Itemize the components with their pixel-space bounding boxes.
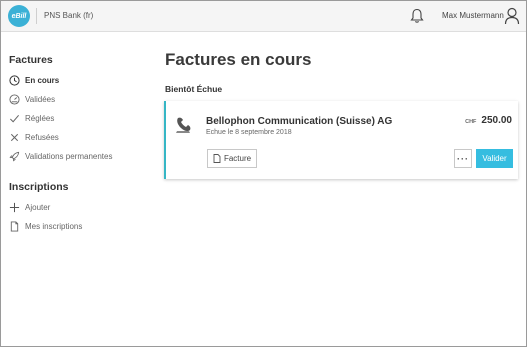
clock-icon xyxy=(9,75,20,86)
page-title: Factures en cours xyxy=(165,50,312,69)
document-icon xyxy=(10,221,19,232)
nav-label: Réglées xyxy=(25,114,55,123)
section-heading: Bientôt Échue xyxy=(165,84,223,94)
nav-label: En cours xyxy=(25,76,60,85)
x-icon xyxy=(10,133,19,142)
check-icon xyxy=(10,114,20,123)
nav-label: Validées xyxy=(25,95,56,104)
due-date: Echue le 8 septembre 2018 xyxy=(206,129,292,136)
facture-button-label: Facture xyxy=(223,154,252,163)
app-window: eBill PNS Bank (fr) Max Mustermann Factu… xyxy=(0,0,527,347)
nav-en-cours[interactable]: En cours xyxy=(9,75,59,86)
invoice-amount: CHF 250.00 xyxy=(465,115,512,126)
user-icon[interactable] xyxy=(504,7,520,25)
phone-icon xyxy=(176,117,191,133)
nav-mes-inscriptions[interactable]: Mes inscriptions xyxy=(9,221,82,232)
nav-label: Refusées xyxy=(25,133,59,142)
nav-refusees[interactable]: Refusées xyxy=(9,132,59,143)
user-name[interactable]: Max Mustermann xyxy=(442,11,504,20)
invoice-card[interactable]: Bellophon Communication (Suisse) AG Echu… xyxy=(164,101,518,179)
header-divider xyxy=(36,8,37,24)
invoice-issuer: Bellophon Communication (Suisse) AG xyxy=(206,116,393,127)
rocket-icon xyxy=(9,151,20,162)
top-bar: eBill PNS Bank (fr) Max Mustermann xyxy=(1,1,526,32)
more-options-button[interactable]: ··· xyxy=(454,149,472,168)
nav-validees[interactable]: Validées xyxy=(9,94,55,105)
document-icon xyxy=(213,154,221,163)
inscriptions-heading: Inscriptions xyxy=(9,181,69,193)
bell-icon[interactable] xyxy=(410,8,424,24)
amount-value: 250.00 xyxy=(481,115,512,126)
nav-ajouter[interactable]: Ajouter xyxy=(9,202,50,213)
gauge-icon xyxy=(9,94,20,105)
nav-label: Ajouter xyxy=(25,203,51,212)
currency-label: CHF xyxy=(465,119,477,125)
ebill-logo[interactable]: eBill xyxy=(8,5,30,27)
nav-validations-permanentes[interactable]: Validations permanentes xyxy=(9,151,112,162)
nav-label: Mes inscriptions xyxy=(25,222,83,231)
nav-reglees[interactable]: Réglées xyxy=(9,113,54,124)
factures-heading: Factures xyxy=(9,54,53,66)
plus-icon xyxy=(9,202,20,213)
valider-button[interactable]: Valider xyxy=(476,149,513,168)
facture-button[interactable]: Facture xyxy=(207,149,257,168)
bank-name: PNS Bank (fr) xyxy=(44,11,94,20)
nav-label: Validations permanentes xyxy=(25,152,113,161)
